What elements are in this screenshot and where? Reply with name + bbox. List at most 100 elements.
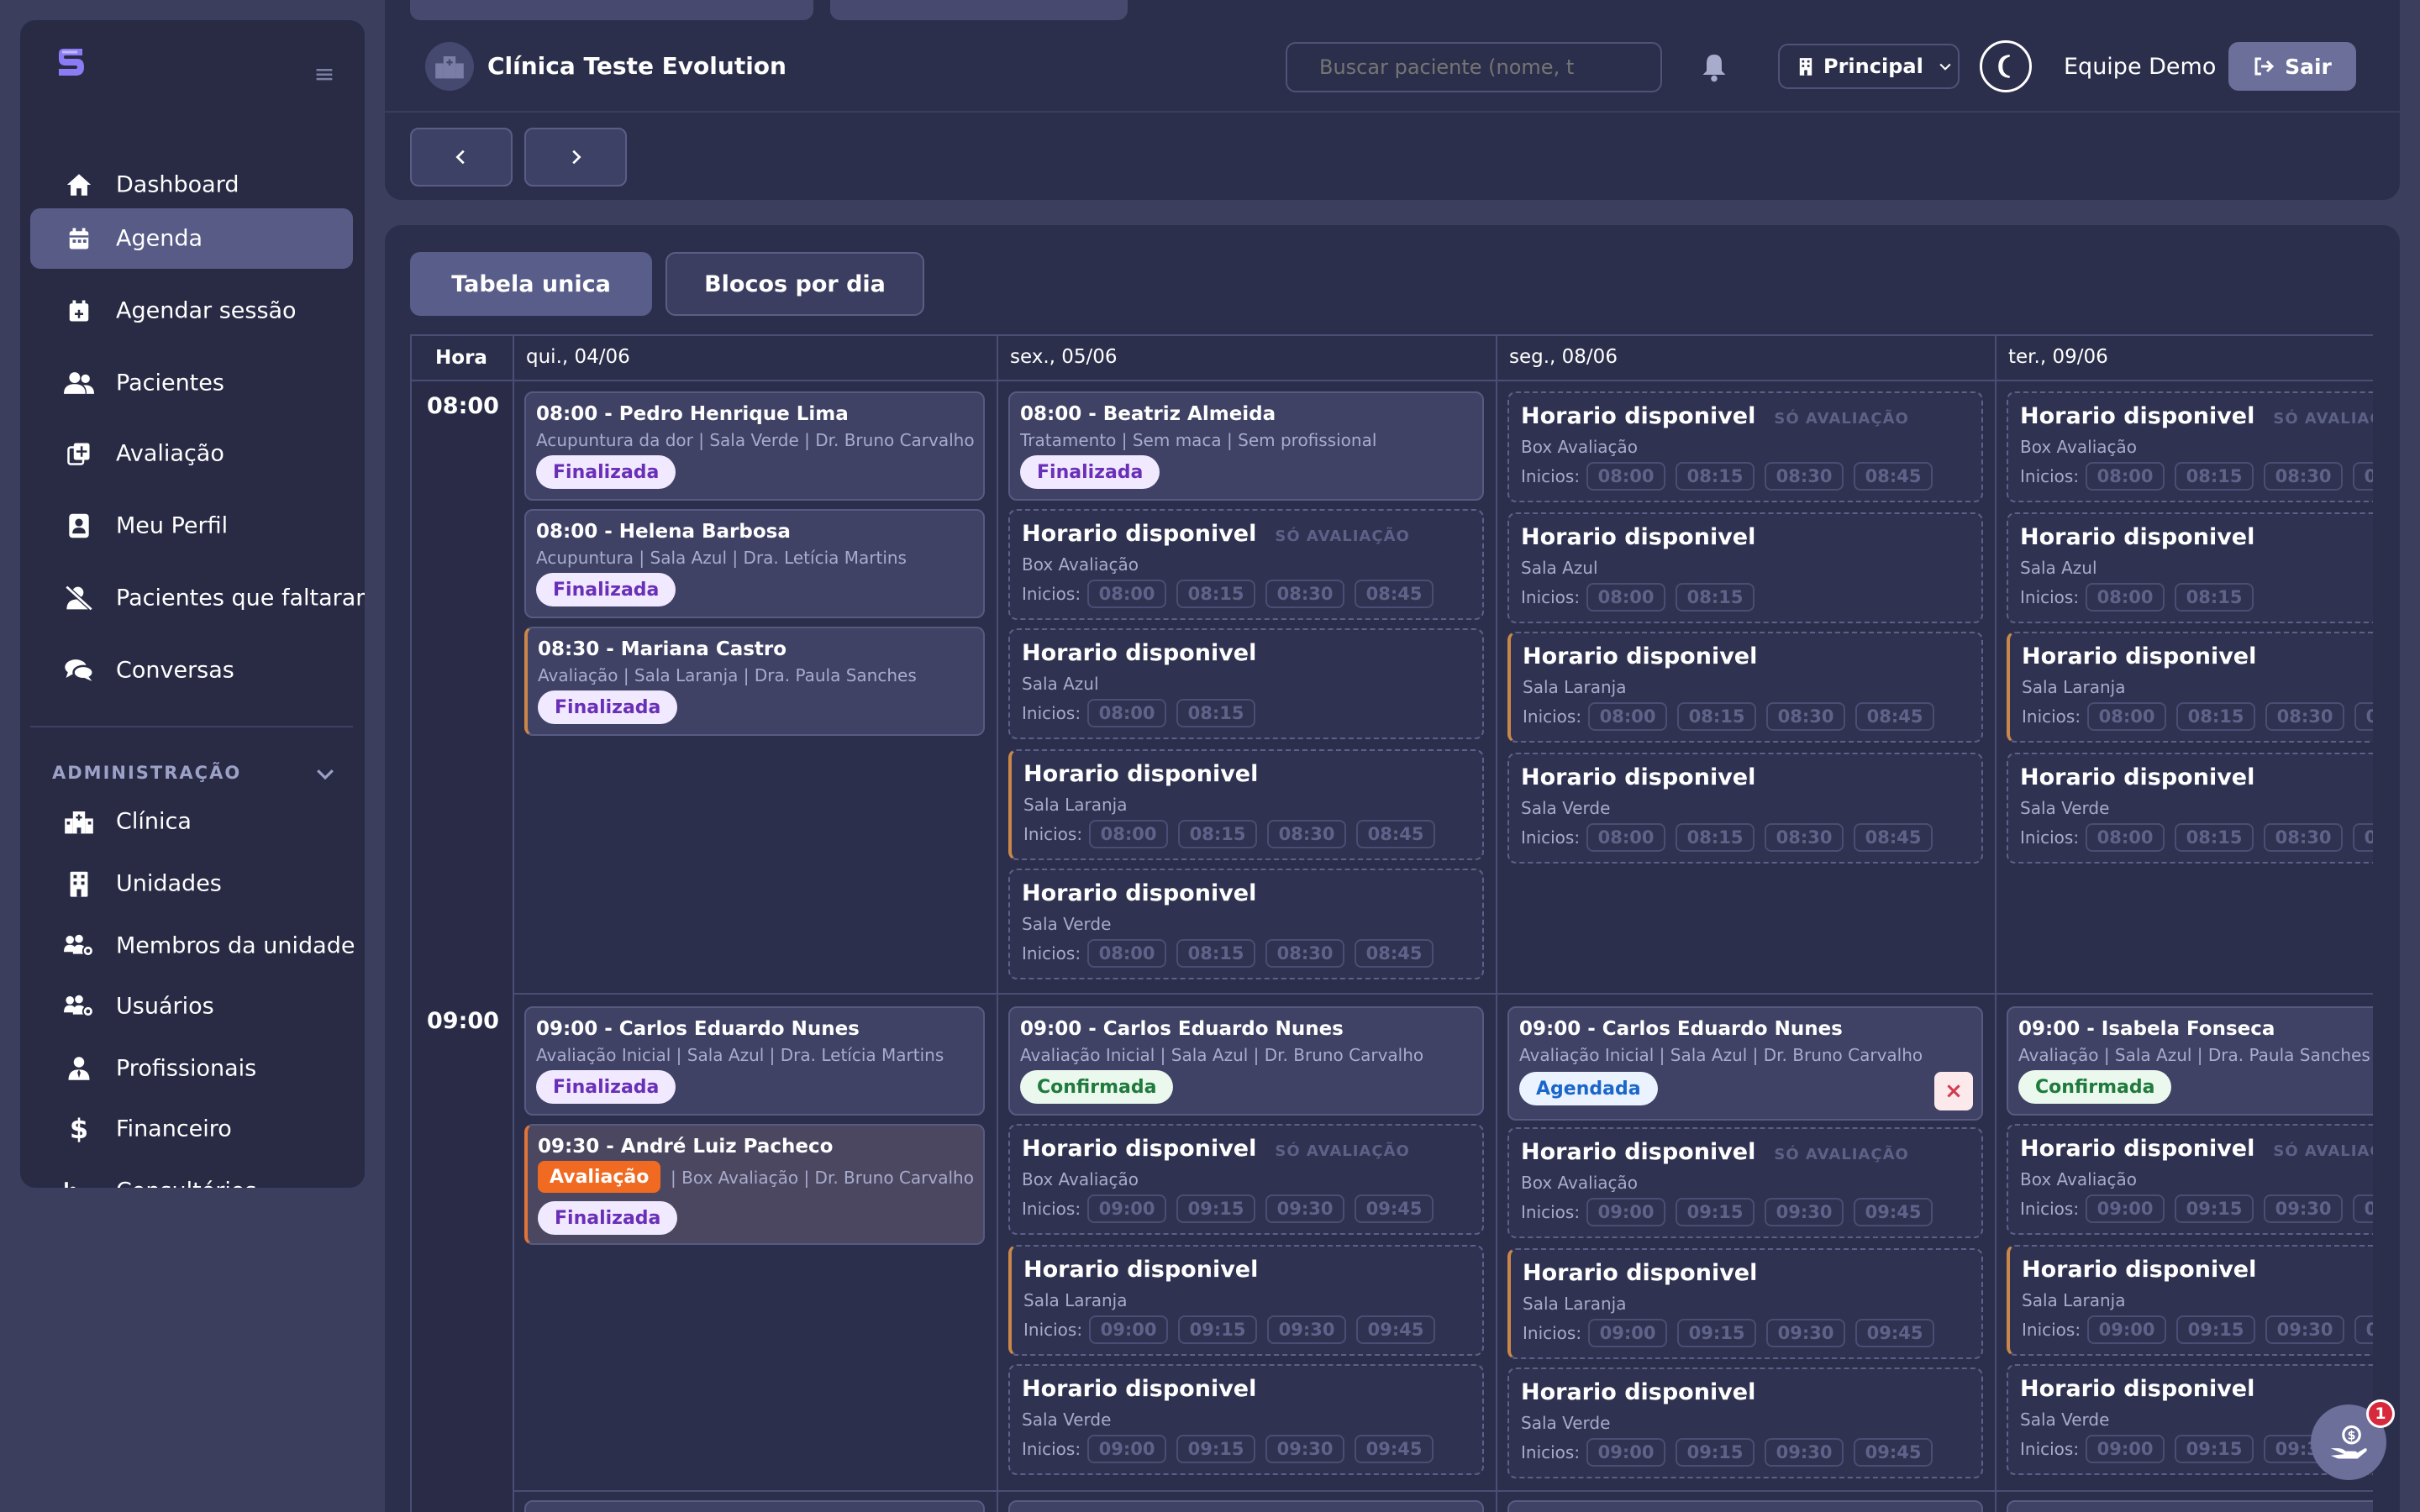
appointment-card[interactable] — [524, 1500, 985, 1512]
time-slot-chip[interactable]: 09:15 — [1677, 1319, 1757, 1347]
time-slot-chip[interactable]: 08:15 — [1176, 699, 1256, 727]
menu-toggle-icon[interactable]: ≡ — [309, 62, 339, 87]
time-slot-chip[interactable]: 09:00 — [1089, 1315, 1169, 1344]
tab-blocos-por-dia[interactable]: Blocos por dia — [666, 252, 924, 316]
time-slot-chip[interactable]: 08:00 — [2086, 583, 2165, 612]
time-slot-chip[interactable]: 08:30 — [1265, 939, 1345, 968]
unit-select[interactable]: Principal — [1778, 44, 1960, 89]
available-slot-card[interactable]: Horario disponivel Sala Verde Inicios: 0… — [1507, 753, 1983, 864]
time-slot-chip[interactable]: 09:15 — [2175, 1194, 2254, 1223]
time-slot-chip[interactable]: 09:45 — [1356, 1315, 1436, 1344]
time-slot-chip[interactable]: 08:15 — [1676, 823, 1755, 852]
time-slot-chip[interactable]: 09:00 — [1087, 1435, 1167, 1463]
sidebar-item-profissionais[interactable]: Profissionais — [30, 1038, 353, 1099]
time-slot-chip[interactable]: 09:30 — [1766, 1319, 1846, 1347]
time-slot-chip[interactable]: 08:15 — [1178, 820, 1258, 848]
time-slot-chip[interactable]: 08:45 — [1355, 939, 1434, 968]
theme-toggle-button[interactable] — [1980, 40, 2032, 92]
tab-tabela-unica[interactable]: Tabela unica — [410, 252, 652, 316]
sidebar-item-dashboard[interactable]: Dashboard — [30, 155, 353, 215]
time-slot-chip[interactable]: 09:15 — [1176, 1435, 1256, 1463]
appointment-card[interactable]: 08:00 - Helena Barbosa Acupuntura | Sala… — [524, 509, 985, 618]
available-slot-card[interactable]: Horario disponivel Sala Verde Inicios: 0… — [1008, 1364, 1484, 1475]
time-slot-chip[interactable]: 09:30 — [2264, 1194, 2344, 1223]
sidebar-item-unidades[interactable]: Unidades — [30, 853, 353, 914]
time-slot-chip[interactable]: 09:00 — [1588, 1319, 1668, 1347]
sidebar-item-consultorios[interactable]: Consultórios — [30, 1161, 353, 1188]
appointment-card[interactable] — [1507, 1500, 1983, 1512]
available-slot-card[interactable]: Horario disponivel SÓ AVALIAÇÃO Box Avali… — [2007, 391, 2373, 502]
available-slot-card[interactable]: Horario disponivel Sala Laranja Inicios:… — [1008, 1245, 1484, 1356]
time-slot-chip[interactable]: 09:00 — [2087, 1315, 2167, 1344]
time-slot-chip[interactable]: 09:45 — [2353, 1194, 2373, 1223]
appointment-card[interactable]: 09:00 - Carlos Eduardo Nunes Avaliação I… — [524, 1006, 985, 1116]
time-slot-chip[interactable]: 08:00 — [1087, 699, 1167, 727]
time-slot-chip[interactable]: 08:30 — [1765, 462, 1844, 491]
available-slot-card[interactable]: Horario disponivel Sala Laranja Inicios:… — [1507, 1248, 1983, 1359]
time-slot-chip[interactable]: 08:45 — [2353, 462, 2373, 491]
sidebar-item-clinica[interactable]: Clínica — [30, 791, 353, 852]
sidebar-item-conversas[interactable]: Conversas — [30, 640, 353, 701]
time-slot-chip[interactable]: 09:45 — [1355, 1435, 1434, 1463]
time-slot-chip[interactable]: 09:00 — [1586, 1438, 1666, 1467]
time-slot-chip[interactable]: 09:00 — [1087, 1194, 1167, 1223]
time-slot-chip[interactable]: 08:15 — [1676, 583, 1755, 612]
appointment-card[interactable] — [1008, 1500, 1484, 1512]
appointment-card[interactable]: 08:00 - Beatriz Almeida Tratamento | Sem… — [1008, 391, 1484, 501]
time-slot-chip[interactable]: 08:00 — [1087, 939, 1167, 968]
header-tab-stub[interactable] — [830, 0, 1128, 20]
cancel-appointment-button[interactable]: × — [1934, 1072, 1973, 1110]
available-slot-card[interactable]: Horario disponivel SÓ AVALIAÇÃO Box Avali… — [2007, 1124, 2373, 1235]
time-slot-chip[interactable]: 09:30 — [1765, 1438, 1844, 1467]
notification-bell-icon[interactable] — [1699, 52, 1729, 82]
time-slot-chip[interactable]: 09:30 — [1267, 1315, 1347, 1344]
time-slot-chip[interactable]: 08:30 — [1265, 580, 1345, 608]
sidebar-item-financeiro[interactable]: $ Financeiro — [30, 1099, 353, 1159]
time-slot-chip[interactable]: 09:45 — [1854, 1198, 1933, 1226]
time-slot-chip[interactable]: 08:45 — [2354, 702, 2373, 731]
sidebar-item-meu-perfil[interactable]: Meu Perfil — [30, 496, 353, 556]
appointment-card[interactable]: 09:00 - Isabela Fonseca Avaliação | Sala… — [2007, 1006, 2373, 1116]
time-slot-chip[interactable]: 08:15 — [2175, 823, 2254, 852]
available-slot-card[interactable]: Horario disponivel Sala Laranja Inicios:… — [2007, 1245, 2373, 1356]
sidebar-item-avaliacao[interactable]: Avaliação — [30, 423, 353, 484]
sidebar-item-agendar-sessao[interactable]: Agendar sessão — [30, 281, 353, 341]
time-slot-chip[interactable]: 08:45 — [1355, 580, 1434, 608]
time-slot-chip[interactable]: 08:15 — [2176, 702, 2256, 731]
next-week-button[interactable] — [524, 128, 627, 186]
time-slot-chip[interactable]: 08:30 — [2265, 702, 2345, 731]
time-slot-chip[interactable]: 09:45 — [1355, 1194, 1434, 1223]
time-slot-chip[interactable]: 09:00 — [2086, 1194, 2165, 1223]
previous-week-button[interactable] — [410, 128, 513, 186]
time-slot-chip[interactable]: 08:30 — [2264, 462, 2344, 491]
time-slot-chip[interactable]: 09:00 — [2086, 1435, 2165, 1463]
time-slot-chip[interactable]: 09:15 — [2175, 1435, 2254, 1463]
time-slot-chip[interactable]: 08:45 — [1356, 820, 1436, 848]
time-slot-chip[interactable]: 08:30 — [1267, 820, 1347, 848]
available-slot-card[interactable]: Horario disponivel Sala Laranja Inicios:… — [1008, 749, 1484, 860]
appointment-card[interactable]: 09:00 - Carlos Eduardo Nunes Avaliação I… — [1008, 1006, 1484, 1116]
time-slot-chip[interactable]: 08:00 — [1586, 462, 1666, 491]
available-slot-card[interactable]: Horario disponivel Sala Laranja Inicios:… — [2007, 632, 2373, 743]
time-slot-chip[interactable]: 09:30 — [1265, 1435, 1345, 1463]
available-slot-card[interactable]: Horario disponivel SÓ AVALIAÇÃO Box Avali… — [1507, 391, 1983, 502]
time-slot-chip[interactable]: 09:30 — [1765, 1198, 1844, 1226]
time-slot-chip[interactable]: 08:00 — [2086, 462, 2165, 491]
time-slot-chip[interactable]: 08:00 — [2087, 702, 2167, 731]
available-slot-card[interactable]: Horario disponivel Sala Verde Inicios: 0… — [2007, 753, 2373, 864]
time-slot-chip[interactable]: 08:15 — [1676, 462, 1755, 491]
time-slot-chip[interactable]: 08:45 — [1855, 702, 1935, 731]
header-tab-stub[interactable] — [410, 0, 813, 20]
appointment-card[interactable]: 08:00 - Pedro Henrique Lima Acupuntura d… — [524, 391, 985, 501]
available-slot-card[interactable]: Horario disponivel SÓ AVALIAÇÃO Box Avali… — [1008, 509, 1484, 620]
sidebar-item-agenda[interactable]: Agenda — [30, 208, 353, 269]
time-slot-chip[interactable]: 09:45 — [1854, 1438, 1933, 1467]
time-slot-chip[interactable]: 09:15 — [1676, 1198, 1755, 1226]
time-slot-chip[interactable]: 08:45 — [1854, 462, 1933, 491]
app-logo-icon[interactable] — [52, 45, 89, 82]
time-slot-chip[interactable]: 09:00 — [1586, 1198, 1666, 1226]
time-slot-chip[interactable]: 09:45 — [2354, 1315, 2373, 1344]
time-slot-chip[interactable]: 09:30 — [1265, 1194, 1345, 1223]
time-slot-chip[interactable]: 08:30 — [2264, 823, 2344, 852]
sidebar-item-membros-unidade[interactable]: Membros da unidade — [30, 916, 355, 976]
